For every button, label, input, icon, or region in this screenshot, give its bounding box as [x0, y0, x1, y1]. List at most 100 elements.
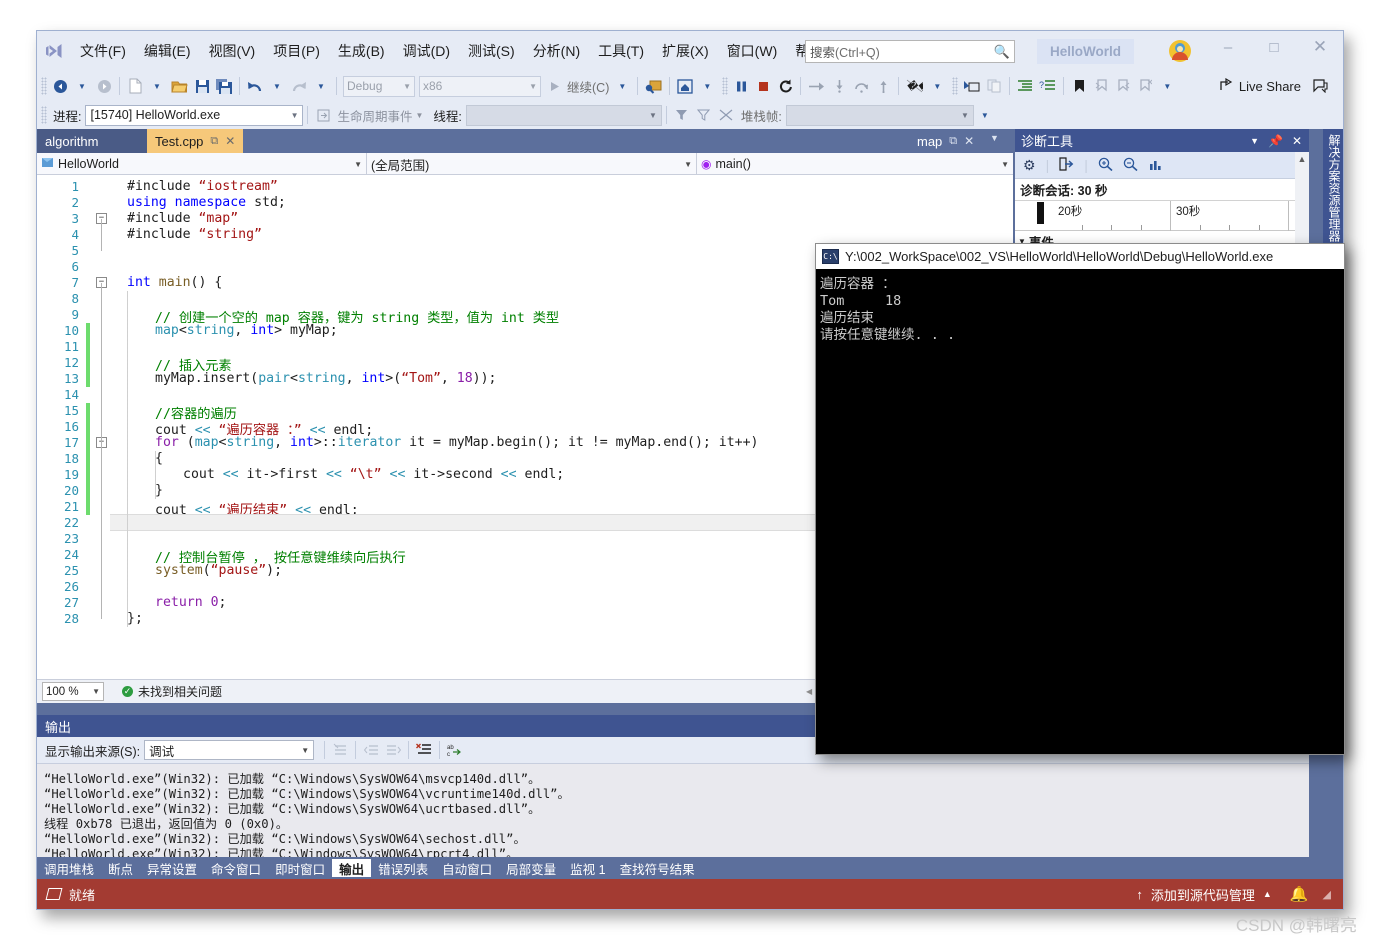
bottom-tab-item[interactable]: 错误列表 [371, 859, 435, 877]
new-file-dropdown-icon[interactable]: ▼ [146, 74, 168, 98]
menu-item-window[interactable]: 窗口(W) [718, 37, 787, 65]
hex-dropdown-icon[interactable]: ▼ [926, 74, 948, 98]
navigate-back-dropdown-icon[interactable]: ▼ [71, 74, 93, 98]
close-icon[interactable]: ✕ [225, 134, 235, 148]
indent-icon[interactable] [1014, 74, 1036, 98]
continue-dropdown-icon[interactable]: ▼ [611, 74, 633, 98]
save-all-icon[interactable] [213, 74, 235, 98]
lifecycle-events-label[interactable]: 生命周期事件 [334, 106, 415, 125]
toggle-wordwrap-icon[interactable]: ab c [444, 738, 466, 762]
restart-icon[interactable] [774, 74, 796, 98]
gear-icon[interactable]: ⚙ [1023, 157, 1036, 174]
thread-marker-icon[interactable] [960, 74, 983, 98]
tab-test-cpp[interactable]: Test.cpp ⧉ ✕ [147, 129, 244, 153]
toolbar-grip-3[interactable] [952, 77, 959, 95]
close-icon[interactable]: ✕ [1292, 134, 1302, 148]
pin-icon[interactable]: 📌 [1268, 134, 1283, 148]
minimize-button[interactable]: – [1205, 31, 1251, 63]
menu-item-build[interactable]: 生成(B) [329, 37, 394, 65]
nav-member-combo[interactable]: ◉ main() ▼ [697, 153, 1013, 175]
output-source-combo[interactable]: 调试 ▼ [144, 740, 315, 760]
tab-overflow-icon[interactable]: ▼ [990, 133, 999, 143]
redo-dropdown-icon[interactable]: ▼ [310, 74, 332, 98]
filter-clear-icon [693, 103, 715, 127]
source-control-button[interactable]: 添加到源代码管理 [1151, 885, 1255, 904]
bell-icon[interactable]: 🔔 [1280, 885, 1309, 903]
zoom-out-icon[interactable] [1123, 157, 1138, 174]
close-button[interactable]: ✕ [1297, 31, 1343, 63]
pin-icon[interactable]: ⧉ [210, 135, 218, 148]
process-combo[interactable]: [15740] HelloWorld.exe ▼ [85, 104, 304, 126]
maximize-button[interactable]: □ [1251, 31, 1297, 63]
stackframe-combo[interactable]: ▼ [785, 104, 974, 126]
bottom-tab-item[interactable]: 自动窗口 [435, 859, 499, 877]
feedback-icon[interactable] [1309, 74, 1331, 98]
home-icon[interactable] [674, 74, 696, 98]
bottom-tab-item[interactable]: 局部变量 [499, 859, 563, 877]
undo-dropdown-icon[interactable]: ▼ [266, 74, 288, 98]
toolbar-grip-2[interactable] [722, 77, 729, 95]
menu-item-analyze[interactable]: 分析(N) [524, 37, 589, 65]
open-file-icon[interactable] [168, 74, 191, 98]
bottom-tab-item[interactable]: 查找符号结果 [613, 859, 702, 877]
tab-map[interactable]: map ⧉ ✕ [909, 129, 983, 153]
thread-combo[interactable]: ▼ [465, 104, 662, 126]
code-folding-margin[interactable]: −−− [94, 175, 110, 679]
new-file-icon[interactable] [124, 74, 146, 98]
scroll-up-arrow[interactable]: ▲ [1295, 152, 1309, 166]
close-icon[interactable]: ✕ [964, 134, 974, 148]
menu-item-edit[interactable]: 编辑(E) [135, 37, 200, 65]
attach-process-icon[interactable] [642, 74, 665, 98]
debugbar-overflow-icon[interactable]: ▼ [974, 103, 996, 127]
bottom-tab-item[interactable]: 监视 1 [563, 859, 612, 877]
bottom-tab-active[interactable]: 输出 [332, 859, 372, 877]
bottom-tab-item[interactable]: 调用堆栈 [37, 859, 101, 877]
navigate-back-icon[interactable] [49, 74, 71, 98]
continue-play-icon[interactable] [543, 74, 565, 98]
zoom-level-combo[interactable]: 100 % ▼ [42, 682, 104, 701]
nav-scope-combo[interactable]: (全局范围) ▼ [367, 153, 697, 175]
pin-icon[interactable]: ⧉ [949, 135, 957, 148]
bottom-tab-item[interactable]: 异常设置 [140, 859, 204, 877]
menu-item-test[interactable]: 测试(S) [459, 37, 524, 65]
menu-item-file[interactable]: 文件(F) [71, 37, 135, 65]
console-window[interactable]: C:\ Y:\002_WorkSpace\002_VS\HelloWorld\H… [815, 243, 1345, 755]
save-icon[interactable] [191, 74, 213, 98]
resize-grip-icon[interactable]: ◢ [1317, 888, 1331, 901]
project-badge: HelloWorld [1037, 39, 1134, 64]
home-dropdown-icon[interactable]: ▼ [696, 74, 718, 98]
undo-icon[interactable] [244, 74, 266, 98]
menu-item-project[interactable]: 项目(P) [264, 37, 329, 65]
chevron-up-icon[interactable]: ▲ [1263, 889, 1272, 899]
stop-icon[interactable] [752, 74, 774, 98]
clear-all-icon[interactable] [413, 738, 435, 762]
chevron-down-icon[interactable]: ▼ [1250, 136, 1259, 146]
bottom-tab-item[interactable]: 命令窗口 [204, 859, 268, 877]
hex-display-icon[interactable]: �� [903, 74, 926, 98]
zoom-in-icon[interactable] [1098, 157, 1113, 174]
solution-platform-combo[interactable]: x86 ▼ [419, 75, 541, 97]
scroll-left-arrow[interactable]: ◀ [806, 687, 812, 696]
comment-icon[interactable]: ? [1036, 74, 1059, 98]
menu-item-debug[interactable]: 调试(D) [394, 37, 459, 65]
avatar[interactable] [1167, 38, 1193, 64]
continue-button[interactable]: 继续(C) [565, 77, 611, 96]
solution-config-combo[interactable]: Debug ▼ [343, 75, 415, 97]
pause-icon[interactable] [730, 74, 752, 98]
toolbar-grip[interactable] [41, 77, 47, 95]
nav-project-combo[interactable]: HelloWorld ▼ [37, 153, 367, 175]
toolbar-overflow-icon[interactable]: ▼ [1156, 74, 1178, 98]
bookmark-icon[interactable] [1068, 74, 1090, 98]
lifecycle-dropdown-icon[interactable]: ▼ [416, 111, 430, 120]
bottom-tab-item[interactable]: 即时窗口 [268, 859, 332, 877]
bottom-tab-item[interactable]: 断点 [101, 859, 140, 877]
menu-item-view[interactable]: 视图(V) [200, 37, 265, 65]
search-input[interactable]: 搜索(Ctrl+Q) 🔍 [805, 40, 1015, 63]
debugbar-grip[interactable] [41, 106, 47, 124]
tab-algorithm[interactable]: algorithm [37, 129, 147, 153]
menu-item-extensions[interactable]: 扩展(X) [653, 37, 718, 65]
menu-item-tools[interactable]: 工具(T) [589, 37, 653, 65]
live-share-button[interactable]: Live Share [1219, 77, 1309, 95]
chart-icon[interactable] [1148, 157, 1163, 174]
export-icon[interactable] [1059, 156, 1074, 174]
